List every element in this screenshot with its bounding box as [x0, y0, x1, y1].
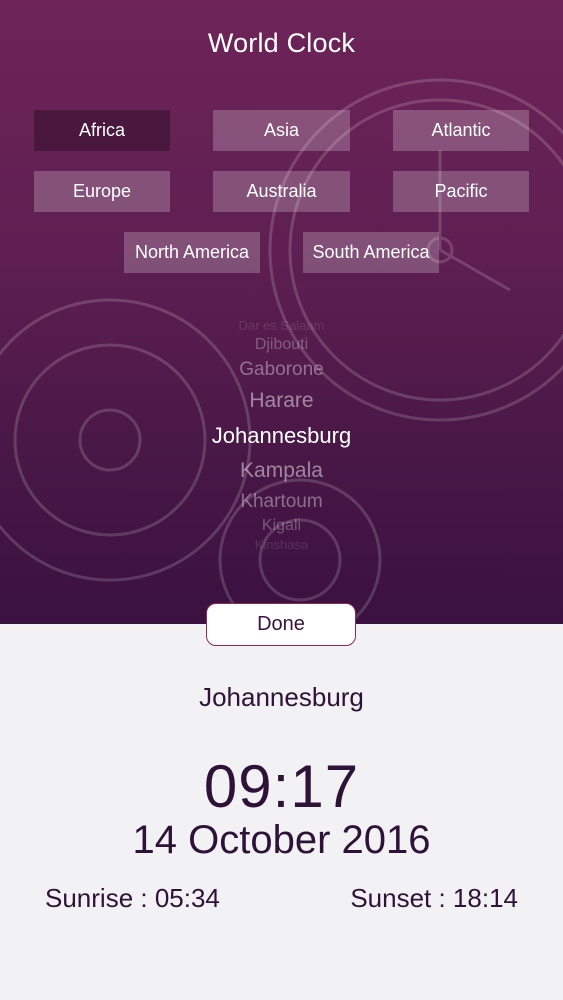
picker-item[interactable]: Kinshasa	[0, 537, 563, 552]
region-button-europe[interactable]: Europe	[34, 171, 170, 212]
sunset-time: Sunset : 18:14	[350, 883, 518, 913]
region-button-north-america[interactable]: North America	[124, 232, 260, 273]
picker-item-selected[interactable]: Johannesburg	[0, 423, 563, 449]
picker-item[interactable]: Harare	[0, 389, 563, 413]
region-button-australia[interactable]: Australia	[213, 171, 350, 212]
selected-city-name: Johannesburg	[199, 682, 364, 712]
region-button-south-america[interactable]: South America	[303, 232, 439, 273]
picker-item[interactable]: Kampala	[0, 459, 563, 483]
local-time: 09:17	[203, 753, 360, 820]
done-button[interactable]: Done	[206, 603, 356, 646]
sunrise-time: Sunrise : 05:34	[45, 883, 220, 913]
local-date: 14 October 2016	[132, 818, 431, 862]
page-title: World Clock	[207, 28, 356, 58]
picker-item[interactable]: Kigali	[0, 517, 563, 535]
region-button-africa[interactable]: Africa	[34, 110, 170, 151]
region-button-atlantic[interactable]: Atlantic	[393, 110, 529, 151]
picker-item[interactable]: Gaborone	[0, 359, 563, 381]
picker-item[interactable]: Khartoum	[0, 491, 563, 513]
picker-item[interactable]: Dar es Salaam	[0, 318, 563, 333]
region-button-pacific[interactable]: Pacific	[393, 171, 529, 212]
city-picker[interactable]: Dar es Salaam Djibouti Gaborone Harare J…	[0, 316, 563, 556]
picker-item[interactable]: Djibouti	[0, 336, 563, 354]
region-button-asia[interactable]: Asia	[213, 110, 350, 151]
